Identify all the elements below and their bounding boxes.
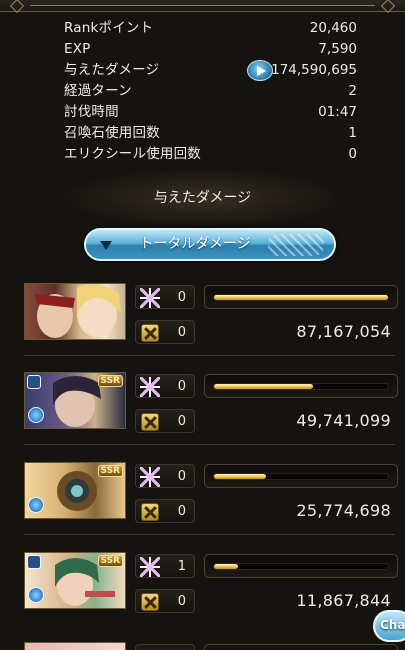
star-counter: 0 xyxy=(135,464,195,488)
stat-row-rank-points: Rankポイント 20,460 xyxy=(0,18,405,39)
attack-counter: 0 xyxy=(135,320,195,344)
damage-bar-fill xyxy=(214,384,314,389)
damage-bar xyxy=(204,374,398,398)
crossed-swords-icon xyxy=(141,503,159,521)
avatar[interactable] xyxy=(24,283,126,340)
avatar[interactable]: SSR xyxy=(24,462,126,519)
attack-count: 0 xyxy=(177,504,186,519)
chat-button-label: Cha xyxy=(380,618,405,632)
row-divider xyxy=(24,444,395,445)
limit-break-icon xyxy=(28,407,44,423)
next-player-row-partial xyxy=(24,642,126,650)
star-counter: 0 xyxy=(135,285,195,309)
damage-value: 11,867,844 xyxy=(296,591,391,610)
next-star-counter-partial xyxy=(135,644,195,650)
star-count: 0 xyxy=(177,379,186,394)
stat-value: 1 xyxy=(348,125,357,141)
frame-ornament-left xyxy=(9,0,25,14)
ssr-badge: SSR xyxy=(97,465,123,477)
star-icon xyxy=(140,377,160,397)
star-icon xyxy=(140,557,160,577)
attack-count: 0 xyxy=(177,325,186,340)
star-icon xyxy=(140,288,160,308)
crossed-swords-icon xyxy=(141,413,159,431)
chat-button[interactable]: Cha xyxy=(373,610,405,642)
sort-total-damage-button[interactable]: トータルダメージ xyxy=(84,228,336,261)
player-row: SSR 1 0 11,867,844 xyxy=(0,552,405,638)
limit-break-icon xyxy=(28,497,44,513)
attack-counter: 0 xyxy=(135,499,195,523)
stat-row-turns: 経過ターン 2 xyxy=(0,81,405,102)
stat-label: EXP xyxy=(64,41,91,57)
stat-row-summon-uses: 召喚石使用回数 1 xyxy=(0,123,405,144)
attack-counter: 0 xyxy=(135,589,195,613)
attack-counter: 0 xyxy=(135,409,195,433)
element-icon xyxy=(27,375,41,389)
avatar[interactable]: SSR xyxy=(24,552,126,609)
section-title: 与えたダメージ xyxy=(153,190,252,206)
stat-label: 与えたダメージ xyxy=(64,62,160,78)
damage-detail-play-icon[interactable] xyxy=(247,60,273,81)
stat-value: 01:47 xyxy=(318,104,357,120)
avatar-art xyxy=(35,284,121,338)
damage-value: 25,774,698 xyxy=(296,501,391,520)
player-row: SSR 0 0 25,774,698 xyxy=(0,462,405,548)
row-divider xyxy=(24,355,395,356)
stat-label: 経過ターン xyxy=(64,83,132,99)
stat-row-elixir-uses: エリクシール使用回数 0 xyxy=(0,144,405,165)
damage-value: 87,167,054 xyxy=(296,322,391,341)
crossed-swords-icon xyxy=(141,324,159,342)
ssr-badge: SSR xyxy=(97,555,123,567)
ssr-badge: SSR xyxy=(97,375,123,387)
result-stats: Rankポイント 20,460 EXP 7,590 与えたダメージ 174,59… xyxy=(0,18,405,165)
star-count: 0 xyxy=(177,469,186,484)
stat-label: Rankポイント xyxy=(64,20,154,36)
stat-label: 討伐時間 xyxy=(64,104,119,120)
avatar[interactable]: SSR xyxy=(24,372,126,429)
row-divider xyxy=(24,534,395,535)
crossed-swords-icon xyxy=(141,593,159,611)
stat-label: 召喚石使用回数 xyxy=(64,125,160,141)
damage-bar xyxy=(204,554,398,578)
star-count: 0 xyxy=(177,290,186,305)
damage-bar-fill xyxy=(214,295,388,300)
attack-count: 0 xyxy=(177,594,186,609)
star-count: 1 xyxy=(177,559,186,574)
stat-label: エリクシール使用回数 xyxy=(64,146,201,162)
attack-count: 0 xyxy=(177,414,186,429)
player-row: SSR 0 0 49,741,099 xyxy=(0,372,405,458)
frame-ornament-right xyxy=(380,0,396,14)
damage-bar-fill xyxy=(214,474,267,479)
next-damage-bar-partial xyxy=(204,644,398,650)
stat-value: 20,460 xyxy=(309,20,357,36)
player-row: 0 0 87,167,054 xyxy=(0,283,405,369)
stat-value: 7,590 xyxy=(318,41,357,57)
damage-bar xyxy=(204,285,398,309)
stat-value: 174,590,695 xyxy=(271,62,357,78)
frame-line xyxy=(30,5,375,6)
stat-value: 2 xyxy=(348,83,357,99)
stat-row-exp: EXP 7,590 xyxy=(0,39,405,60)
stat-row-time: 討伐時間 01:47 xyxy=(0,102,405,123)
limit-break-icon xyxy=(28,587,44,603)
star-counter: 0 xyxy=(135,374,195,398)
element-icon xyxy=(27,555,41,569)
damage-value: 49,741,099 xyxy=(296,411,391,430)
stat-value: 0 xyxy=(348,146,357,162)
damage-bar-fill xyxy=(214,564,239,569)
top-frame xyxy=(0,0,405,14)
button-decoration xyxy=(268,234,324,256)
star-icon xyxy=(140,467,160,487)
damage-bar xyxy=(204,464,398,488)
star-counter: 1 xyxy=(135,554,195,578)
stat-row-damage: 与えたダメージ 174,590,695 xyxy=(0,60,405,81)
